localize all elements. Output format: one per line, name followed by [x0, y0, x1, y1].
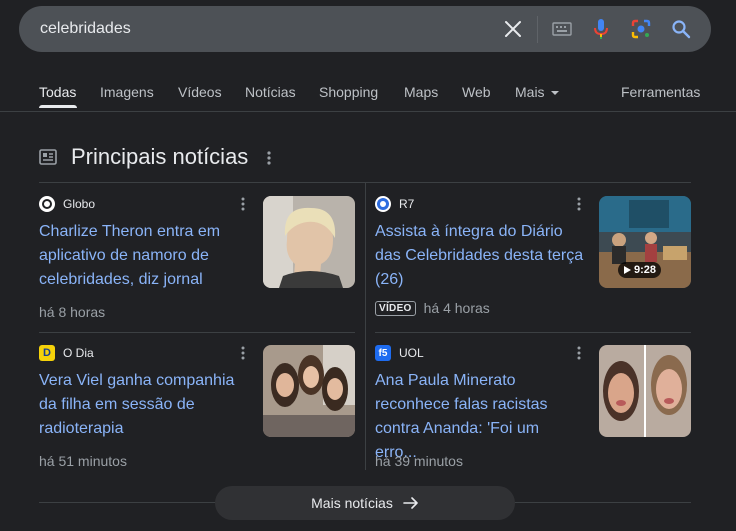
source-name: Globo	[63, 197, 96, 211]
news-source: R7	[375, 194, 414, 214]
duration-text: 9:28	[633, 264, 656, 276]
news-headline[interactable]: Charlize Theron entra em aplicativo de n…	[39, 220, 249, 292]
more-news-button[interactable]: Mais notícias	[215, 486, 515, 520]
tab-maps[interactable]: Maps	[404, 82, 438, 102]
news-thumbnail[interactable]	[263, 345, 355, 437]
keyboard-icon[interactable]	[550, 17, 574, 41]
searchbar-divider	[537, 16, 538, 43]
tools-button[interactable]: Ferramentas	[621, 82, 700, 102]
more-options-icon[interactable]	[239, 346, 247, 360]
section-title: Principais notícias	[71, 144, 249, 169]
search-bar[interactable]: celebridades	[19, 6, 711, 52]
lens-icon[interactable]	[629, 17, 653, 41]
news-meta: VÍDEO há 4 horas	[375, 300, 490, 316]
globo-logo-icon	[39, 196, 55, 212]
news-thumbnail[interactable]: 9:28	[599, 196, 691, 288]
news-source: D O Dia	[39, 343, 94, 363]
video-badge: VÍDEO	[375, 300, 416, 316]
arrow-right-icon	[403, 497, 418, 509]
news-time: há 8 horas	[39, 304, 105, 320]
news-time: há 39 minutos	[375, 453, 463, 469]
active-tab-indicator	[39, 105, 77, 108]
news-card[interactable]: D O Dia Vera Viel ganha companhia da fil…	[39, 343, 359, 483]
odia-logo-icon: D	[39, 345, 55, 361]
more-news-label: Mais notícias	[311, 495, 393, 511]
more-options-icon[interactable]	[575, 197, 583, 211]
more-options-icon[interactable]	[575, 346, 583, 360]
news-headline[interactable]: Assista à íntegra do Diário das Celebrid…	[375, 220, 585, 292]
search-icon[interactable]	[669, 17, 693, 41]
tab-noticias[interactable]: Notícias	[245, 82, 296, 102]
tab-mais[interactable]: Mais	[515, 82, 559, 102]
news-headline[interactable]: Vera Viel ganha companhia da filha em se…	[39, 369, 249, 441]
news-source: f5 UOL	[375, 343, 424, 363]
caret-down-icon	[550, 91, 559, 96]
news-thumbnail[interactable]	[263, 196, 355, 288]
news-headline[interactable]: Ana Paula Minerato reconhece falas racis…	[375, 369, 585, 465]
news-time-text: há 4 horas	[423, 300, 490, 316]
tab-mais-label: Mais	[515, 84, 545, 100]
tab-videos[interactable]: Vídeos	[178, 82, 222, 102]
more-options-icon[interactable]	[239, 197, 247, 211]
r7-logo-icon	[375, 196, 391, 212]
news-time-text: há 51 minutos	[39, 453, 127, 469]
tab-web[interactable]: Web	[462, 82, 491, 102]
news-time-text: há 39 minutos	[375, 453, 463, 469]
tab-shopping[interactable]: Shopping	[319, 82, 378, 102]
mic-icon[interactable]	[589, 17, 613, 41]
tab-todas[interactable]: Todas	[39, 82, 76, 102]
tabs-divider	[0, 111, 736, 112]
search-input[interactable]: celebridades	[40, 19, 131, 39]
source-name: O Dia	[63, 346, 94, 360]
close-icon[interactable]	[501, 17, 525, 41]
newspaper-icon	[39, 148, 57, 166]
play-icon	[623, 266, 631, 274]
search-tabs: Todas Imagens Vídeos Notícias Shopping M…	[0, 82, 736, 110]
news-card[interactable]: R7 Assista à íntegra do Diário das Celeb…	[375, 194, 695, 334]
news-time: há 51 minutos	[39, 453, 127, 469]
news-time-text: há 8 horas	[39, 304, 106, 320]
source-name: R7	[399, 197, 415, 211]
more-options-icon[interactable]	[262, 149, 276, 167]
news-card[interactable]: Globo Charlize Theron entra em aplicativ…	[39, 194, 359, 334]
news-grid-vertical-divider	[365, 183, 366, 470]
tab-imagens[interactable]: Imagens	[100, 82, 154, 102]
news-card[interactable]: f5 UOL Ana Paula Minerato reconhece fala…	[375, 343, 695, 483]
news-source: Globo	[39, 194, 95, 214]
video-duration: 9:28	[617, 262, 661, 278]
news-thumbnail[interactable]	[599, 345, 691, 437]
source-name: UOL	[399, 346, 424, 360]
uol-logo-icon: f5	[375, 345, 391, 361]
